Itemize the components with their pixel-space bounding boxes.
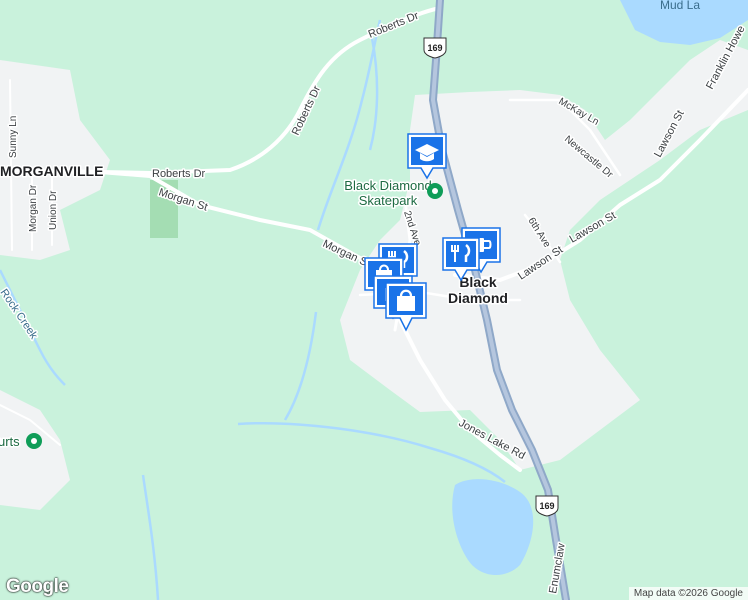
morganville-label: MORGANVILLE bbox=[0, 163, 103, 179]
route-shield-top: 169 bbox=[423, 37, 447, 59]
courts-label-partial: urts bbox=[0, 434, 20, 449]
map-attribution[interactable]: Map data ©2026 Google bbox=[628, 587, 748, 600]
town-label-line1: Black bbox=[459, 274, 497, 290]
skatepark-label-line2: Skatepark bbox=[359, 193, 418, 208]
sunny-ln-label: Sunny Ln bbox=[8, 116, 19, 158]
courts-marker[interactable] bbox=[26, 433, 42, 449]
skatepark-label-line1: Black Diamond bbox=[344, 178, 431, 193]
route-shield-bottom-label: 169 bbox=[539, 501, 554, 511]
roberts-dr-label-mid: Roberts Dr bbox=[152, 168, 206, 180]
google-logo[interactable]: Google bbox=[6, 576, 69, 598]
skatepark-marker[interactable] bbox=[427, 183, 443, 199]
map-svg[interactable]: 169 169 Roberts Dr Roberts Dr Roberts Dr… bbox=[0, 0, 748, 600]
route-shield-top-label: 169 bbox=[427, 43, 442, 53]
route-shield-bottom: 169 bbox=[535, 495, 559, 517]
mud-lake-label: Mud La bbox=[660, 0, 700, 12]
morgan-dr-label: Morgan Dr bbox=[28, 184, 39, 232]
map-canvas[interactable]: 169 169 Roberts Dr Roberts Dr Roberts Dr… bbox=[0, 0, 748, 600]
town-label-line2: Diamond bbox=[448, 290, 508, 306]
union-dr-label: Union Dr bbox=[48, 190, 59, 230]
